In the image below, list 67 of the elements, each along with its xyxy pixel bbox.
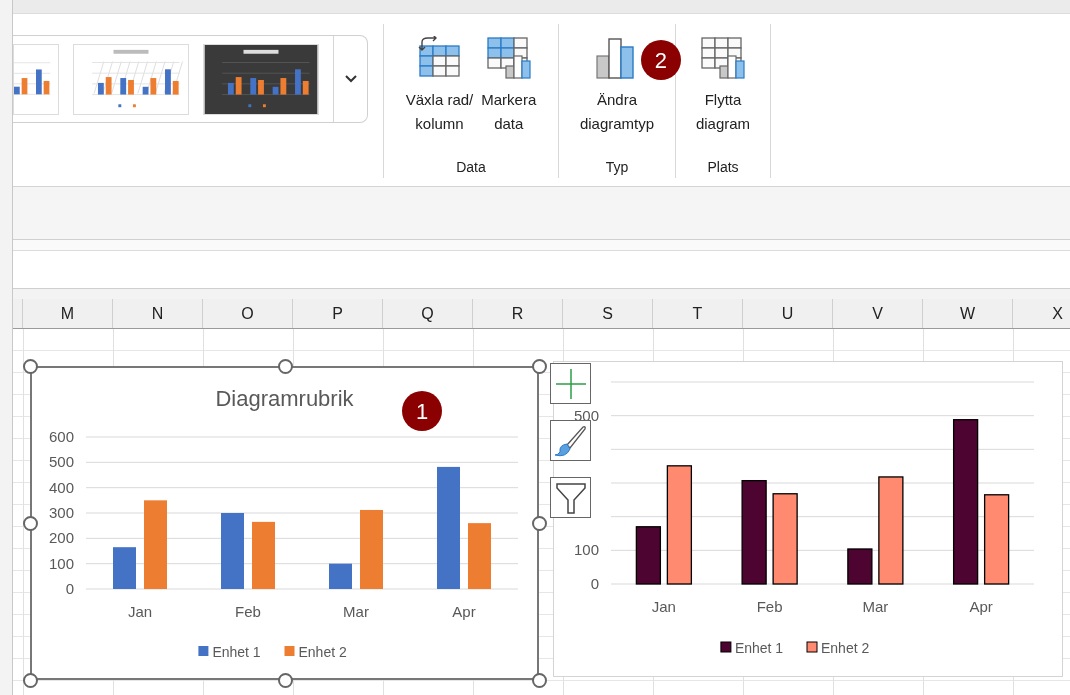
chart-style-thumbnail[interactable]	[203, 43, 319, 115]
axis-label: Feb	[235, 603, 261, 620]
legend-label: Enhet 2	[298, 644, 347, 660]
axis-label: 400	[48, 478, 74, 496]
chevron-down-icon	[344, 75, 357, 83]
axis-label: Apr	[969, 598, 993, 615]
chart-style-button[interactable]	[550, 420, 591, 461]
bar	[113, 547, 136, 589]
axis-label: Mar	[862, 598, 889, 615]
column-header[interactable]: T	[653, 299, 743, 328]
column-header[interactable]: P	[293, 299, 383, 328]
bar	[252, 521, 275, 589]
axis-label: Jan	[127, 603, 153, 620]
filter-button[interactable]	[550, 477, 591, 518]
axis-label: Feb	[756, 598, 783, 615]
axis-label: 0	[590, 575, 599, 592]
ribbon-button[interactable]: Markera data	[479, 36, 539, 136]
axis-label: 500	[48, 453, 74, 471]
column-header[interactable]: N	[113, 299, 203, 328]
axis-label: 600	[48, 428, 74, 445]
axis-label: 200	[48, 529, 74, 547]
column-header[interactable]: V	[833, 299, 923, 328]
filter-icon	[553, 480, 588, 515]
bar	[847, 548, 873, 585]
legend-swatch	[284, 646, 295, 656]
axis-label: Apr	[452, 603, 476, 620]
add-element-button[interactable]	[550, 363, 591, 404]
table-chart-icon	[700, 36, 746, 82]
resize-handle[interactable]	[23, 359, 38, 374]
column-header[interactable]: X	[1013, 299, 1070, 328]
bar	[635, 526, 662, 585]
column-header[interactable]: S	[563, 299, 653, 328]
column-header[interactable]: R	[473, 299, 563, 328]
group-label: Typ	[605, 158, 629, 177]
axis-label: 100	[573, 541, 599, 559]
plus-icon	[554, 367, 587, 400]
bar	[468, 523, 491, 589]
paintbrush-icon	[553, 423, 588, 458]
axis-label: 100	[48, 554, 74, 572]
bar	[329, 563, 352, 589]
group-label: Plats	[707, 158, 739, 177]
ribbon-button[interactable]: Flytta diagram	[693, 36, 753, 136]
legend-label: Enhet 1	[212, 644, 261, 660]
axis-label: Jan	[651, 598, 676, 615]
step-badge: 2	[640, 40, 681, 80]
legend-swatch	[198, 646, 209, 656]
column-header[interactable]: M	[23, 299, 113, 328]
axis-label: Mar	[343, 603, 369, 620]
chart-style-thumbnail[interactable]	[73, 43, 189, 115]
legend-label: Enhet 1	[734, 640, 784, 656]
axis-label: 0	[65, 580, 74, 597]
group-label: Data	[456, 158, 486, 177]
resize-handle[interactable]	[532, 673, 547, 688]
column-header[interactable]: U	[743, 299, 833, 328]
legend-label: Enhet 2	[821, 640, 870, 656]
table-chart-icon	[485, 36, 532, 82]
axis-label: 300	[48, 504, 74, 521]
column-header[interactable]: O	[203, 299, 293, 328]
legend-swatch	[720, 641, 732, 653]
chart-style-thumbnail[interactable]	[13, 43, 59, 115]
resize-handle[interactable]	[532, 359, 547, 374]
column-header[interactable]: Q	[383, 299, 473, 328]
resize-handle[interactable]	[23, 673, 38, 688]
ribbon-button[interactable]: Växla rad/ kolumn	[403, 36, 476, 136]
chart-title: Diagramrubrik	[215, 386, 354, 411]
column-header[interactable]: W	[923, 299, 1013, 328]
legend-swatch	[806, 641, 818, 653]
